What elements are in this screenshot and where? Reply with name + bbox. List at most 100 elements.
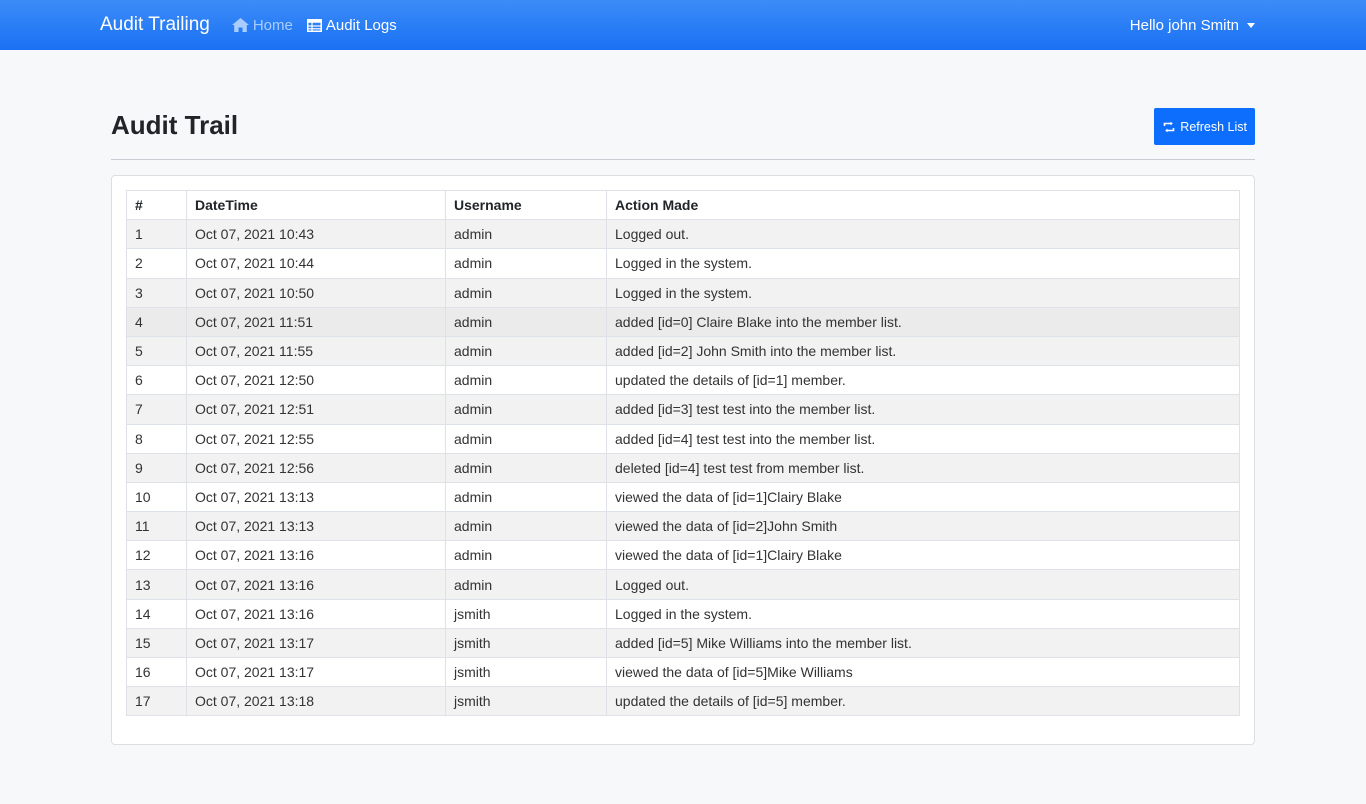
row-number-cell: 17 [126,686,187,717]
row-number-cell: 5 [126,335,187,367]
username-cell: jsmith [445,656,607,688]
table-row: 2 Oct 07, 2021 10:44 admin Logged in the sy… [126,248,1240,279]
datetime-cell: Oct 07, 2021 13:18 [186,686,446,717]
action-cell: deleted [id=4] test test from member lis… [606,452,1240,483]
datetime-cell: Oct 07, 2021 10:44 [186,248,446,279]
page-content: Audit Trail Refresh List # DateTime User… [111,50,1255,746]
caret-down-icon [1247,22,1255,28]
username-cell: admin [445,540,607,571]
username-cell: admin [445,423,607,454]
table-row: 14 Oct 07, 2021 13:16 jsmith Logged in the … [126,598,1240,629]
datetime-cell: Oct 07, 2021 11:51 [186,306,446,337]
table-row: 4 Oct 07, 2021 11:51 admin added [id=0] Cla… [126,306,1240,337]
table-row: 15 Oct 07, 2021 13:17 jsmith added [id=5] M… [126,627,1240,659]
row-number-cell: 15 [126,627,187,659]
username-cell: admin [445,248,607,279]
row-number-cell: 3 [126,277,187,308]
action-cell: viewed the data of [id=1]Clairy Blake [606,540,1240,571]
action-cell: viewed the data of [id=1]Clairy Blake [606,481,1240,513]
datetime-cell: Oct 07, 2021 11:55 [186,335,446,367]
table-icon [306,18,322,32]
action-cell: updated the details of [id=1] member. [606,365,1240,396]
refresh-icon [1163,121,1175,132]
column-header-number: # [126,189,187,221]
action-cell: added [id=2] John Smith into the member … [606,335,1240,367]
column-header-datetime: DateTime [186,189,446,221]
action-cell: Logged in the system. [606,598,1240,629]
action-cell: added [id=5] Mike Williams into the memb… [606,627,1240,659]
datetime-cell: Oct 07, 2021 13:17 [186,656,446,688]
row-number-cell: 12 [126,540,187,571]
datetime-cell: Oct 07, 2021 10:50 [186,277,446,308]
user-greeting: Hello john Smitn [1129,16,1239,34]
nav-audit-logs-link[interactable]: Audit Logs [306,16,397,34]
audit-table-body: 1 Oct 07, 2021 10:43 admin Logged out. 2 Oct … [126,219,1240,717]
action-cell: added [id=0] Claire Blake into the membe… [606,306,1240,337]
action-cell: added [id=3] test test into the member l… [606,394,1240,425]
datetime-cell: Oct 07, 2021 13:13 [186,511,446,542]
page-header: Audit Trail Refresh List [111,50,1255,160]
row-number-cell: 4 [126,306,187,337]
row-number-cell: 11 [126,511,187,542]
table-row: 13 Oct 07, 2021 13:16 admin Logged out. [126,569,1240,600]
username-cell: admin [445,569,607,600]
column-header-username: Username [445,189,607,221]
username-cell: admin [445,306,607,337]
user-dropdown[interactable]: Hello john Smitn [1130,17,1255,34]
username-cell: jsmith [445,686,607,717]
datetime-cell: Oct 07, 2021 12:55 [186,423,446,454]
row-number-cell: 6 [126,365,187,396]
refresh-list-button[interactable]: Refresh List [1154,108,1255,145]
username-cell: jsmith [445,627,607,659]
table-header-row: # DateTime Username Action Made [126,189,1240,221]
username-cell: admin [445,335,607,367]
row-number-cell: 8 [126,423,187,454]
row-number-cell: 14 [126,598,187,629]
datetime-cell: Oct 07, 2021 13:16 [186,540,446,571]
datetime-cell: Oct 07, 2021 13:16 [186,569,446,600]
table-row: 12 Oct 07, 2021 13:16 admin viewed the data… [126,540,1240,571]
row-number-cell: 13 [126,569,187,600]
nav-home-label: Home [252,16,293,34]
row-number-cell: 9 [126,452,187,483]
action-cell: Logged in the system. [606,248,1240,279]
datetime-cell: Oct 07, 2021 13:13 [186,481,446,513]
page-title: Audit Trail [111,110,239,140]
nav-home-link[interactable]: Home [231,16,293,34]
row-number-cell: 1 [126,219,187,250]
action-cell: added [id=4] test test into the member l… [606,423,1240,454]
action-cell: viewed the data of [id=5]Mike Williams [606,656,1240,688]
username-cell: admin [445,394,607,425]
datetime-cell: Oct 07, 2021 13:16 [186,598,446,629]
table-row: 5 Oct 07, 2021 11:55 admin added [id=2] Joh… [126,335,1240,367]
table-row: 8 Oct 07, 2021 12:55 admin added [id=4] tes… [126,423,1240,454]
action-cell: Logged in the system. [606,277,1240,308]
table-row: 7 Oct 07, 2021 12:51 admin added [id=3] tes… [126,394,1240,425]
row-number-cell: 16 [126,656,187,688]
action-cell: updated the details of [id=5] member. [606,686,1240,717]
table-row: 3 Oct 07, 2021 10:50 admin Logged in the sy… [126,277,1240,308]
nav-audit-logs-label: Audit Logs [325,16,397,34]
row-number-cell: 7 [126,394,187,425]
row-number-cell: 10 [126,481,187,513]
table-row: 9 Oct 07, 2021 12:56 admin deleted [id=4] t… [126,452,1240,483]
table-row: 1 Oct 07, 2021 10:43 admin Logged out. [126,219,1240,250]
username-cell: admin [445,365,607,396]
row-number-cell: 2 [126,248,187,279]
column-header-action: Action Made [606,189,1240,221]
datetime-cell: Oct 07, 2021 12:50 [186,365,446,396]
action-cell: Logged out. [606,219,1240,250]
table-row: 17 Oct 07, 2021 13:18 jsmith updated the de… [126,686,1240,717]
datetime-cell: Oct 07, 2021 10:43 [186,219,446,250]
audit-table: # DateTime Username Action Made 1 Oct 07,… [126,189,1240,717]
audit-card: # DateTime Username Action Made 1 Oct 07,… [111,175,1255,746]
action-cell: viewed the data of [id=2]John Smith [606,511,1240,542]
table-row: 16 Oct 07, 2021 13:17 jsmith viewed the dat… [126,656,1240,688]
username-cell: jsmith [445,598,607,629]
top-navbar: Audit Trailing Home Audit Logs Hello joh… [0,0,1366,50]
refresh-list-label: Refresh List [1180,119,1247,134]
table-row: 10 Oct 07, 2021 13:13 admin viewed the data… [126,481,1240,513]
home-icon [231,18,249,32]
username-cell: admin [445,452,607,483]
brand-link[interactable]: Audit Trailing [100,14,210,36]
